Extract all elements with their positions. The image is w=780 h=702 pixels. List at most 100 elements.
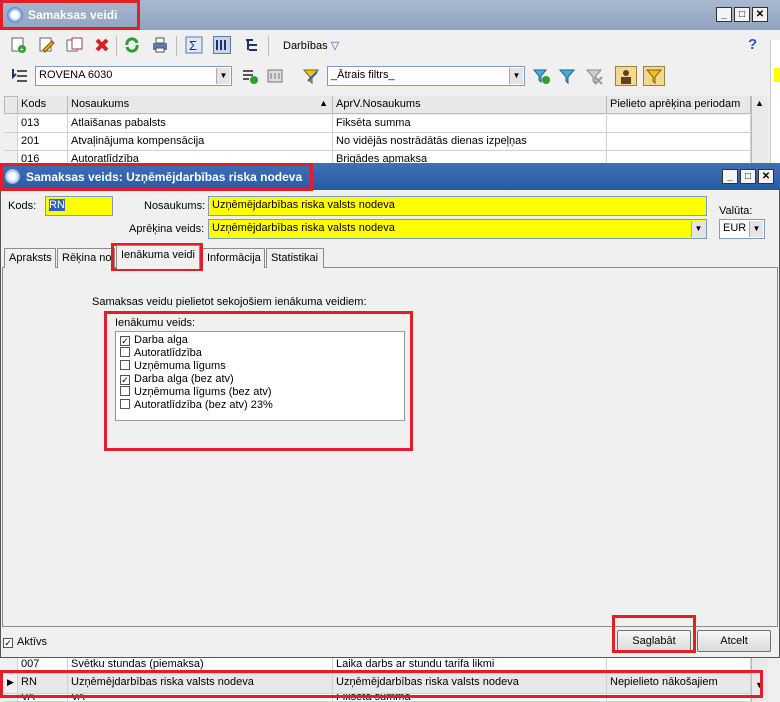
user-filter-icon[interactable] — [615, 66, 637, 86]
row-indicator — [4, 694, 18, 702]
tab-statistikai-label: Statistikai — [271, 252, 319, 264]
grid-scrollbar-bottom[interactable]: ▼ — [751, 658, 768, 702]
row-indicator: ▶ — [4, 674, 18, 694]
list-icon[interactable] — [11, 67, 29, 85]
cell-pielieto — [607, 115, 751, 133]
income-type-group: Ienākumu veids: ✓ Darba alga Autoratlīdzī… — [113, 315, 407, 425]
cell-aprv: Uzņēmējdarbības riska valsts nodeva — [333, 674, 607, 694]
kods-field[interactable]: RN — [45, 196, 113, 216]
copy-icon[interactable] — [65, 36, 83, 54]
valuta-combo[interactable]: EUR ▼ — [719, 219, 765, 239]
checkbox-icon[interactable] — [120, 399, 130, 409]
filter-clear-icon[interactable] — [585, 67, 603, 85]
grid-scrollbar[interactable]: ▲ — [751, 96, 768, 166]
print-icon[interactable] — [151, 36, 169, 54]
dropdown-arrow-icon[interactable]: ▼ — [749, 221, 763, 237]
toolbar-main: + Σ Darbības ▽ ? — [0, 30, 780, 60]
main-titlebar: Samaksas veidi _ □ ✕ — [0, 0, 780, 30]
properties-icon[interactable] — [266, 67, 284, 85]
edit-icon[interactable] — [37, 36, 55, 54]
aprekina-veids-combo[interactable]: Uzņēmējdarbības riska valsts nodeva ▼ — [208, 219, 707, 239]
kods-label: Kods: — [8, 200, 37, 212]
income-type-item[interactable]: ✓ Darba alga — [120, 334, 188, 346]
tree-icon[interactable] — [243, 36, 261, 54]
cell-aprv: Fiksēta summa — [333, 694, 607, 702]
filter-combo-value: _Ātrais filtrs_ — [331, 69, 395, 81]
checkbox-checked-icon[interactable]: ✓ — [120, 375, 130, 385]
window-title: Samaksas veidi — [28, 8, 118, 22]
scroll-up-icon[interactable]: ▲ — [755, 98, 764, 108]
dialog-minimize-button[interactable]: _ — [722, 169, 738, 184]
cell-pielieto: Nepielieto nākošajiem — [607, 674, 751, 694]
tab-informacija[interactable]: Informācija — [202, 248, 265, 268]
close-button[interactable]: ✕ — [752, 7, 768, 22]
save-button[interactable]: Saglabāt — [617, 630, 691, 652]
income-type-item[interactable]: Autoratlīdzība — [120, 347, 202, 359]
filter-add-icon[interactable] — [532, 67, 550, 85]
delete-icon[interactable] — [93, 36, 111, 54]
income-type-item[interactable]: Autoratlīdzība (bez atv) 23% — [120, 399, 273, 411]
svg-text:Σ: Σ — [189, 38, 197, 53]
checkbox-icon[interactable] — [120, 347, 130, 357]
tab-rekina[interactable]: Rēķina no — [57, 248, 115, 268]
filter-edit-icon[interactable] — [302, 67, 320, 85]
tab-ienakuma-veidi[interactable]: Ienākuma veidi — [116, 245, 200, 269]
dialog-titlebar: Samaksas veids: Uzņēmējdarbības riska no… — [0, 163, 780, 190]
aktivs-label: Aktīvs — [17, 636, 47, 648]
cell-kods: 201 — [18, 133, 68, 151]
col-header-aprv[interactable]: AprV.Nosaukums — [333, 96, 607, 114]
col-header-pielieto[interactable]: Pielieto aprēķina periodam — [607, 96, 751, 114]
app-icon — [7, 7, 23, 23]
sort-asc-icon: ▲ — [319, 98, 328, 108]
aprekina-veids-value: Uzņēmējdarbības riska valsts nodeva — [212, 222, 395, 234]
cell-aprv: Fiksēta summa — [333, 115, 607, 133]
help-icon[interactable]: ? — [748, 36, 757, 53]
columns-icon[interactable] — [213, 36, 231, 54]
cell-pielieto — [607, 133, 751, 151]
tab-statistikai[interactable]: Statistikai — [266, 248, 324, 268]
income-type-item[interactable]: Uzņēmuma līgums (bez atv) — [120, 386, 272, 398]
dropdown-arrow-icon[interactable]: ▼ — [691, 221, 705, 237]
filter-icon[interactable] — [558, 67, 576, 85]
filter-combo[interactable]: _Ātrais filtrs_ ▼ — [327, 66, 525, 86]
dialog-close-button[interactable]: ✕ — [758, 169, 774, 184]
row-indicator — [4, 658, 18, 674]
tab-apraksts[interactable]: Apraksts — [4, 248, 56, 268]
tab-rekina-label: Rēķina no — [62, 252, 112, 264]
dropdown-arrow-icon[interactable]: ▼ — [509, 68, 523, 84]
refresh-icon[interactable] — [123, 36, 141, 54]
actions-menu[interactable]: Darbības ▽ — [283, 39, 339, 52]
company-combo[interactable]: ROVENA 6030 ▼ — [35, 66, 232, 86]
dialog-maximize-button[interactable]: □ — [740, 169, 756, 184]
checkbox-checked-icon[interactable]: ✓ — [3, 638, 13, 648]
instruction-text: Samaksas veidu pielietot sekojošiem ienā… — [92, 296, 367, 308]
aprekina-veids-label: Aprēķina veids: — [129, 223, 205, 235]
toolbar-filter: ROVENA 6030 ▼ _Ātrais filtrs_ ▼ — [0, 62, 780, 90]
minimize-button[interactable]: _ — [716, 7, 732, 22]
maximize-button[interactable]: □ — [734, 7, 750, 22]
dropdown-arrow-icon[interactable]: ▼ — [216, 68, 230, 84]
col-header-nosaukums[interactable]: Nosaukums ▲ — [68, 96, 333, 114]
cell-kods: RN — [18, 674, 68, 694]
income-type-item[interactable]: ✓ Darba alga (bez atv) — [120, 373, 234, 385]
income-type-item[interactable]: Uzņēmuma līgums — [120, 360, 226, 372]
cell-nosaukums: Uzņēmējdarbības riska valsts nodeva — [68, 674, 333, 694]
nosaukums-value: Uzņēmējdarbības riska valsts nodeva — [212, 199, 395, 211]
checkbox-icon[interactable] — [120, 360, 130, 370]
nosaukums-field[interactable]: Uzņēmējdarbības riska valsts nodeva — [208, 196, 707, 216]
add-icon[interactable]: + — [9, 36, 27, 54]
aktivs-checkbox[interactable]: ✓ Aktīvs — [3, 636, 47, 648]
sum-icon[interactable]: Σ — [185, 36, 203, 54]
save-button-label: Saglabāt — [632, 635, 676, 647]
cell-kods: VA — [18, 694, 68, 702]
col-header-kods[interactable]: Kods — [18, 96, 68, 114]
checkbox-icon[interactable] — [120, 386, 130, 396]
right-edge-strip — [770, 40, 780, 170]
checkbox-checked-icon[interactable]: ✓ — [120, 336, 130, 346]
cancel-button[interactable]: Atcelt — [697, 630, 771, 652]
add-record-icon[interactable] — [241, 67, 259, 85]
funnel-toggle-icon[interactable] — [643, 66, 665, 86]
col-header-aprv-label: AprV.Nosaukums — [336, 98, 421, 110]
scroll-down-icon[interactable]: ▼ — [755, 680, 764, 690]
income-type-group-label: Ienākumu veids: — [115, 317, 196, 329]
